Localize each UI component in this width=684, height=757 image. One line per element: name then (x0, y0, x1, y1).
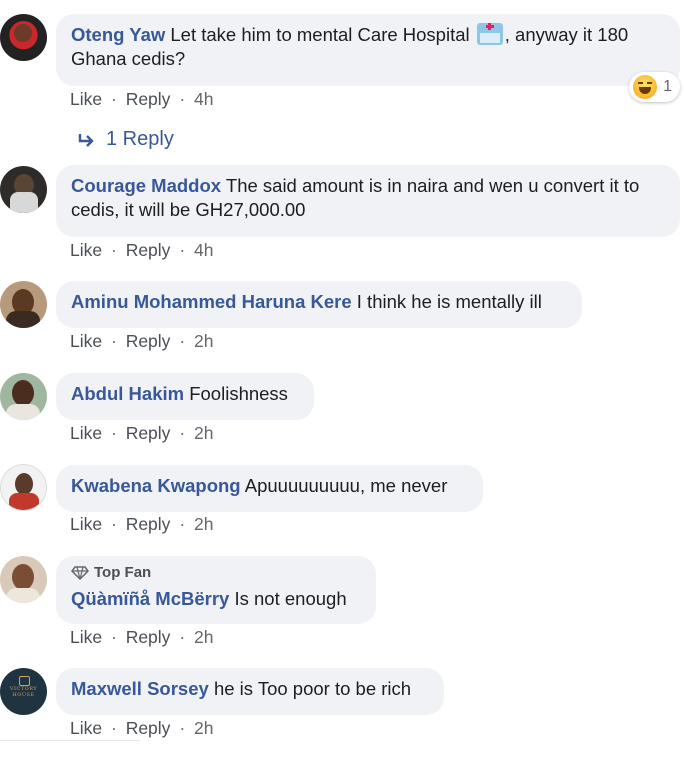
top-fan-label: Top Fan (94, 564, 152, 581)
reaction-count[interactable]: 1 (629, 72, 680, 102)
comment-actions: Like · Reply · 2h (70, 718, 214, 738)
comment-text: Foolishness (189, 383, 288, 404)
comment-author[interactable]: Abdul Hakim (71, 383, 184, 404)
comment-actions: Like · Reply · 2h (70, 423, 214, 443)
comment-text: Apuuuuuuuuu, me never (244, 475, 448, 496)
top-fan-badge: Top Fan (71, 563, 361, 583)
comment-actions: Like · Reply · 2h (70, 514, 214, 534)
avatar[interactable] (0, 14, 47, 61)
like-button[interactable]: Like (70, 627, 102, 647)
reply-button[interactable]: Reply (126, 331, 171, 351)
comment-author[interactable]: Qüàmïñå McBërry (71, 588, 229, 609)
view-replies-label[interactable]: 1 Reply (106, 128, 174, 151)
reaction-count-number: 1 (663, 78, 672, 95)
timestamp[interactable]: 2h (194, 718, 213, 738)
comment-bubble: Oteng Yaw Let take him to mental Care Ho… (56, 14, 680, 86)
comment-text: Is not enough (234, 588, 347, 609)
comment-bubble: Maxwell Sorsey he is Too poor to be rich (56, 668, 444, 715)
reply-button[interactable]: Reply (126, 89, 171, 109)
timestamp[interactable]: 2h (194, 423, 213, 443)
reply-button[interactable]: Reply (126, 423, 171, 443)
comment-actions: Like · Reply · 2h (70, 627, 214, 647)
reply-button[interactable]: Reply (126, 514, 171, 534)
reply-button[interactable]: Reply (126, 718, 171, 738)
like-button[interactable]: Like (70, 331, 102, 351)
avatar[interactable] (0, 373, 47, 420)
divider (0, 740, 140, 741)
avatar[interactable] (0, 281, 47, 328)
comment-bubble: Abdul Hakim Foolishness (56, 373, 314, 420)
hospital-emoji-icon (476, 23, 503, 45)
timestamp[interactable]: 2h (194, 331, 213, 351)
like-button[interactable]: Like (70, 718, 102, 738)
reply-button[interactable]: Reply (126, 240, 171, 260)
avatar[interactable] (0, 556, 47, 603)
reply-button[interactable]: Reply (126, 627, 171, 647)
comment-author[interactable]: Aminu Mohammed Haruna Kere (71, 291, 352, 312)
comment-text: he is Too poor to be rich (213, 678, 412, 699)
avatar[interactable] (0, 166, 47, 213)
timestamp[interactable]: 4h (194, 240, 213, 260)
comment-bubble: Top Fan Qüàmïñå McBërry Is not enough (56, 556, 376, 624)
comment-bubble: Aminu Mohammed Haruna Kere I think he is… (56, 281, 582, 328)
comment-actions: Like · Reply · 4h (70, 89, 214, 109)
haha-reaction-icon (633, 75, 658, 99)
timestamp[interactable]: 2h (194, 627, 213, 647)
comment-author[interactable]: Kwabena Kwapong (71, 475, 241, 496)
like-button[interactable]: Like (70, 89, 102, 109)
like-button[interactable]: Like (70, 423, 102, 443)
comment-actions: Like · Reply · 2h (70, 331, 214, 351)
comment-bubble: Courage Maddox The said amount is in nai… (56, 165, 680, 237)
like-button[interactable]: Like (70, 240, 102, 260)
comment-author[interactable]: Courage Maddox (71, 175, 221, 196)
avatar[interactable] (0, 464, 47, 511)
comment-bubble: Kwabena Kwapong Apuuuuuuuuu, me never (56, 465, 483, 512)
avatar[interactable]: VICTORY HOUSE (0, 668, 47, 715)
comment-actions: Like · Reply · 4h (70, 240, 214, 260)
timestamp[interactable]: 2h (194, 514, 213, 534)
comment-author[interactable]: Maxwell Sorsey (71, 678, 209, 699)
like-button[interactable]: Like (70, 514, 102, 534)
comment-text: I think he is mentally ill (356, 291, 542, 312)
diamond-icon (71, 566, 89, 580)
reply-arrow-icon (78, 133, 94, 147)
comment-text: Let take him to mental Care Hospital (170, 24, 470, 45)
view-replies-link[interactable]: 1 Reply (78, 128, 174, 151)
timestamp[interactable]: 4h (194, 89, 213, 109)
comment-author[interactable]: Oteng Yaw (71, 24, 165, 45)
